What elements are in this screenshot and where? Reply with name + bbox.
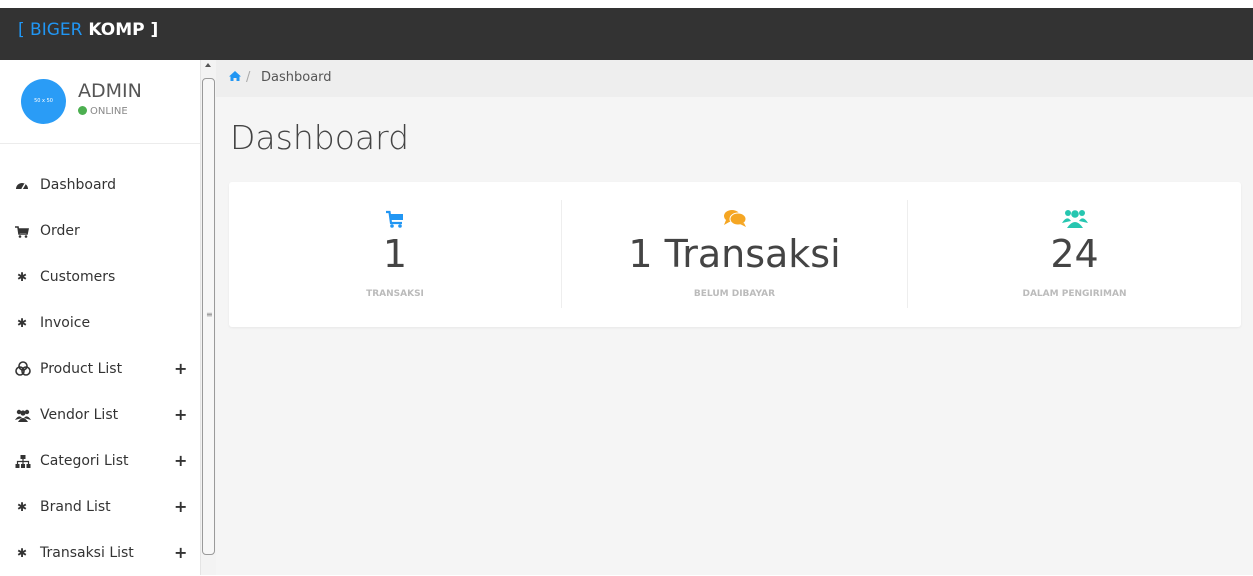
- asterisk-icon: ✱: [16, 500, 28, 514]
- top-navbar: [ BIGER KOMP ]: [0, 8, 1253, 60]
- stat-dalam-pengiriman: 24 DALAM PENGIRIMAN: [908, 200, 1241, 308]
- brand-bracket-open: [: [18, 20, 31, 40]
- stat-transaksi: 1 TRANSAKSI: [229, 200, 561, 308]
- sidebar-item-vendor-list[interactable]: Vendor List +: [0, 392, 200, 438]
- brand-logo[interactable]: [ BIGER KOMP ]: [18, 18, 158, 42]
- sidebar-item-label: Vendor List: [40, 407, 119, 423]
- asterisk-icon: ✱: [16, 316, 28, 330]
- grip-icon: ≡: [206, 310, 213, 319]
- sidebar-item-label: Categori List: [40, 453, 129, 469]
- expand-plus-icon[interactable]: +: [174, 498, 187, 516]
- status-label: ONLINE: [90, 106, 128, 117]
- expand-plus-icon[interactable]: +: [174, 360, 187, 378]
- sidebar-item-label: Invoice: [40, 315, 91, 331]
- stat-value: 1 Transaksi: [628, 232, 841, 276]
- breadcrumb-separator: /: [246, 70, 251, 85]
- main-content: / Dashboard Dashboard 1 TRANSAKSI 1 Tran…: [216, 60, 1253, 575]
- sidebar-item-label: Product List: [40, 361, 123, 377]
- user-profile: 50 x 50 ADMIN ONLINE: [0, 60, 200, 144]
- sidebar-item-label: Transaksi List: [40, 545, 134, 561]
- stat-value: 24: [1050, 232, 1099, 276]
- users-icon: [908, 208, 1241, 230]
- breadcrumb-current: Dashboard: [261, 70, 332, 85]
- sidebar-item-invoice[interactable]: ✱ Invoice: [0, 300, 200, 346]
- sidebar-item-transaksi-list[interactable]: ✱ Transaksi List +: [0, 530, 200, 576]
- sidebar-item-label: Brand List: [40, 499, 111, 515]
- avatar[interactable]: 50 x 50: [21, 79, 66, 124]
- stat-label: TRANSAKSI: [366, 289, 424, 299]
- sidebar-scrollbar[interactable]: ≡: [200, 60, 216, 575]
- sidebar-item-categori-list[interactable]: Categori List +: [0, 438, 200, 484]
- stat-value: 1: [382, 232, 408, 276]
- expand-plus-icon[interactable]: +: [174, 452, 187, 470]
- stat-label: DALAM PENGIRIMAN: [1022, 289, 1127, 299]
- scroll-up-arrow-icon[interactable]: [205, 63, 211, 67]
- expand-plus-icon[interactable]: +: [174, 544, 187, 562]
- online-status: ONLINE: [78, 105, 128, 119]
- sidebar: 50 x 50 ADMIN ONLINE Dashboard Order ✱ C…: [0, 60, 200, 575]
- users-icon: [15, 407, 31, 423]
- sidebar-item-label: Order: [40, 223, 80, 239]
- comments-icon: [562, 208, 907, 230]
- stat-belum-dibayar: 1 Transaksi BELUM DIBAYAR: [561, 200, 908, 308]
- asterisk-icon: ✱: [16, 546, 28, 560]
- page-title: Dashboard: [230, 118, 410, 157]
- stats-card: 1 TRANSAKSI 1 Transaksi BELUM DIBAYAR 24…: [229, 182, 1241, 327]
- brand-name-first: BIGER: [30, 20, 83, 40]
- home-icon[interactable]: [229, 70, 241, 84]
- sidebar-item-label: Customers: [40, 269, 116, 285]
- stat-label: BELUM DIBAYAR: [693, 289, 776, 299]
- sidebar-item-order[interactable]: Order: [0, 208, 200, 254]
- breadcrumb: / Dashboard: [216, 60, 1253, 97]
- asterisk-icon: ✱: [16, 270, 28, 284]
- sidebar-item-brand-list[interactable]: ✱ Brand List +: [0, 484, 200, 530]
- brand-name-second: KOMP ]: [82, 20, 159, 40]
- sidebar-item-product-list[interactable]: Product List +: [0, 346, 200, 392]
- sidebar-item-customers[interactable]: ✱ Customers: [0, 254, 200, 300]
- cart-icon: [229, 208, 561, 230]
- cubes-icon: [15, 361, 31, 377]
- sidebar-item-label: Dashboard: [40, 177, 116, 193]
- scrollbar-thumb[interactable]: ≡: [202, 78, 215, 555]
- sidebar-item-dashboard[interactable]: Dashboard: [0, 162, 200, 208]
- status-dot-icon: [78, 106, 87, 115]
- tachometer-icon: [15, 177, 29, 193]
- sidebar-menu: Dashboard Order ✱ Customers ✱ Invoice Pr…: [0, 162, 200, 576]
- expand-plus-icon[interactable]: +: [174, 406, 187, 424]
- user-name: ADMIN: [78, 80, 142, 102]
- sitemap-icon: [15, 453, 31, 469]
- cart-icon: [15, 223, 29, 239]
